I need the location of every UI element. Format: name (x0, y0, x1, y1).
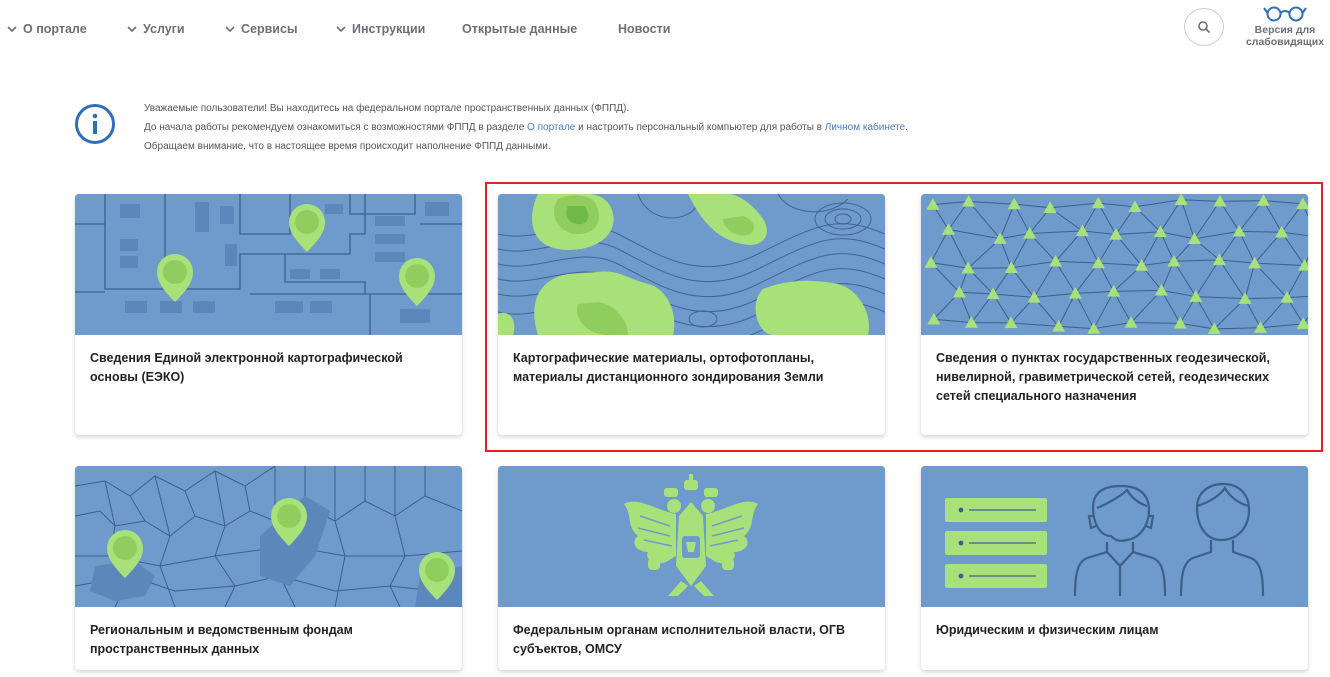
nav-item-label: Услуги (143, 22, 185, 36)
personal-account-link[interactable]: Личном кабинете (825, 122, 905, 133)
chevron-down-icon (336, 26, 346, 33)
geodetic-network-illustration (921, 194, 1308, 335)
persons-illustration (921, 466, 1308, 607)
topographic-illustration (498, 194, 885, 335)
nav-item-label: Открытые данные (462, 22, 578, 36)
search-button[interactable] (1184, 8, 1224, 46)
card-legal-and-individuals[interactable]: Юридическим и физическим лицам (921, 466, 1308, 670)
nav-item-label: О портале (23, 22, 87, 36)
low-vision-version-button[interactable]: Версия для слабовидящих (1240, 4, 1330, 48)
glasses-icon (1263, 6, 1307, 22)
vision-label-line1: Версия для (1254, 24, 1316, 36)
card-geodetic-points[interactable]: Сведения о пунктах государственных геоде… (921, 194, 1308, 435)
list-icon (945, 498, 1047, 588)
nav-item-open-data[interactable]: Открытые данные (462, 22, 577, 36)
chevron-down-icon (225, 26, 235, 33)
info-line-1: Уважаемые пользователи! Вы находитесь на… (144, 103, 630, 114)
info-line-2-suffix: . (905, 122, 908, 133)
card-title: Юридическим и физическим лицам (936, 623, 1159, 637)
coat-of-arms-icon (498, 466, 885, 607)
search-icon (1198, 21, 1211, 34)
card-image-persons (921, 466, 1308, 607)
card-image-coat-of-arms (498, 466, 885, 607)
vision-label-line2: слабовидящих (1245, 36, 1325, 48)
card-image-topo-map (498, 194, 885, 335)
nav-item-label: Сервисы (241, 22, 298, 36)
nav-item-about[interactable]: О портале (6, 22, 87, 36)
nav-item-news[interactable]: Новости (618, 22, 670, 36)
info-line-2-middle: и настроить персональный компьютер для р… (575, 122, 825, 133)
chevron-down-icon (7, 26, 17, 33)
info-line-2-prefix: До начала работы рекомендуем ознакомитьс… (144, 122, 528, 133)
top-navigation: О портале Услуги Сервисы Инструкции Откр… (0, 0, 1330, 58)
nav-item-tools[interactable]: Сервисы (224, 22, 298, 36)
city-map-illustration (75, 194, 462, 335)
card-title: Сведения Единой электронной картографиче… (90, 351, 403, 384)
card-image-regions-map (75, 466, 462, 607)
card-title: Федеральным органам исполнительной власт… (513, 623, 845, 656)
card-image-geodetic-network (921, 194, 1308, 335)
info-icon (75, 104, 115, 144)
card-federal-authorities[interactable]: Федеральным органам исполнительной власт… (498, 466, 885, 670)
card-cartographic-materials[interactable]: Картографические материалы, ортофотоплан… (498, 194, 885, 435)
info-line-2: До начала работы рекомендуем ознакомитьс… (144, 118, 908, 137)
nav-item-instructions[interactable]: Инструкции (335, 22, 425, 36)
card-ekko[interactable]: Сведения Единой электронной картографиче… (75, 194, 462, 435)
chevron-down-icon (127, 26, 137, 33)
card-title: Сведения о пунктах государственных геоде… (936, 351, 1270, 403)
info-line-3: Обращаем внимание, что в настоящее время… (144, 141, 551, 152)
regions-map-illustration (75, 466, 462, 607)
about-portal-link[interactable]: О портале (527, 122, 575, 133)
info-message: Уважаемые пользователи! Вы находитесь на… (144, 99, 908, 156)
card-title: Картографические материалы, ортофотоплан… (513, 351, 824, 384)
nav-item-services[interactable]: Услуги (126, 22, 185, 36)
nav-item-label: Новости (618, 22, 671, 36)
card-regional-funds[interactable]: Региональным и ведомственным фондам прос… (75, 466, 462, 670)
nav-item-label: Инструкции (352, 22, 426, 36)
card-image-city-map (75, 194, 462, 335)
card-title: Региональным и ведомственным фондам прос… (90, 623, 353, 656)
